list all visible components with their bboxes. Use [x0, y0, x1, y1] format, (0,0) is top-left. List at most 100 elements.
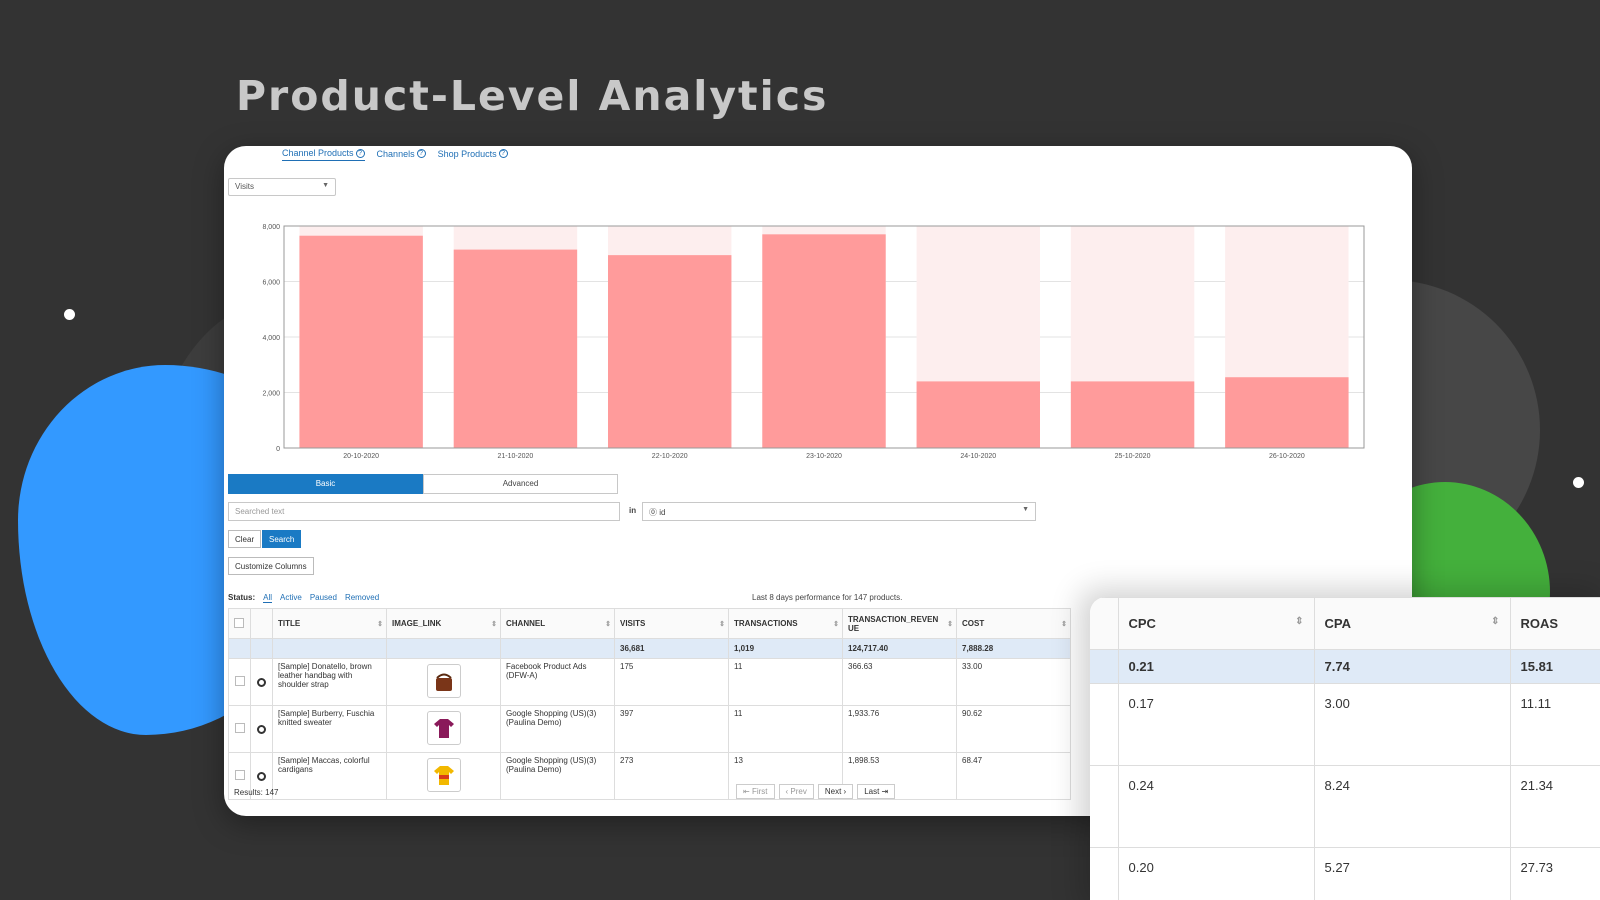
column-cost[interactable]: COST ⇕: [956, 608, 1071, 639]
total-cpa: 7.74: [1313, 649, 1511, 684]
sort-icon[interactable]: ⇕: [377, 620, 383, 628]
radio-header: [250, 608, 273, 639]
column-transaction-revenue[interactable]: TRANSACTION_REVENUE ⇕: [842, 608, 957, 639]
column-cpa[interactable]: CPA ⇕: [1313, 597, 1511, 650]
row-checkbox[interactable]: [234, 723, 245, 733]
bar: [608, 255, 732, 448]
first-page-button[interactable]: ⇤ First: [736, 784, 775, 799]
status-all[interactable]: All: [263, 593, 273, 603]
cell-channel: Facebook Product Ads (DFW-A): [500, 658, 615, 706]
y-tick-label: 0: [276, 446, 280, 453]
help-icon[interactable]: ?: [416, 149, 426, 158]
tab-basic[interactable]: Basic: [228, 474, 423, 494]
column-channel[interactable]: CHANNEL ⇕: [500, 608, 615, 639]
sort-icon[interactable]: ⇕: [491, 620, 497, 628]
select-all-checkbox[interactable]: [234, 617, 244, 628]
cell-image: [386, 705, 501, 753]
view-tabs: Channel Products? Channels? Shop Product…: [282, 148, 508, 161]
cell-roas: 11.11: [1509, 683, 1600, 766]
table-row[interactable]: 0.24 8.24 21.34: [1090, 765, 1600, 848]
row-checkbox[interactable]: [234, 676, 245, 686]
last-page-button[interactable]: Last ⇥: [857, 784, 896, 799]
clear-button[interactable]: Clear: [228, 530, 262, 548]
tab-shop-products[interactable]: Shop Products?: [438, 148, 508, 161]
hero-title: Product-Level Analytics: [236, 72, 829, 120]
x-tick-label: 25-10-2020: [1115, 453, 1151, 460]
column-cpc[interactable]: CPC ⇕: [1117, 597, 1315, 650]
metric-select-value: Visits: [235, 182, 254, 191]
zoom-spacer: [1090, 597, 1119, 650]
prev-page-button[interactable]: ‹ Prev: [778, 784, 814, 799]
x-tick-label: 22-10-2020: [652, 453, 688, 460]
y-tick-label: 8,000: [262, 224, 280, 231]
handbag-thumbnail[interactable]: [426, 664, 461, 698]
next-page-button[interactable]: Next ›: [817, 784, 854, 799]
column-image-link[interactable]: IMAGE_LINK ⇕: [386, 608, 501, 639]
column-visits[interactable]: VISITS ⇕: [614, 608, 729, 639]
tab-advanced[interactable]: Advanced: [423, 474, 618, 494]
row-checkbox[interactable]: [234, 770, 245, 780]
bar: [1070, 381, 1195, 448]
x-tick-label: 26-10-2020: [1269, 453, 1305, 460]
table-header-row: TITLE ⇕ IMAGE_LINK ⇕ CHANNEL ⇕ VISITS ⇕ TRAN…: [228, 608, 1071, 639]
table-row[interactable]: [Sample] Donatello, brown leather handba…: [228, 658, 1071, 706]
x-tick-label: 23-10-2020: [806, 453, 842, 460]
table-row[interactable]: 0.17 3.00 11.11: [1090, 683, 1600, 766]
sort-icon[interactable]: ⇕: [1295, 616, 1303, 627]
sort-icon[interactable]: ⇕: [719, 620, 725, 628]
bar: [762, 234, 886, 448]
sort-icon[interactable]: ⇕: [605, 620, 611, 628]
table-row[interactable]: [Sample] Burberry, Fuschia knitted sweat…: [228, 705, 1071, 753]
column-title[interactable]: TITLE ⇕: [272, 608, 387, 639]
tab-label: Shop Products: [437, 148, 497, 159]
chevron-down-icon: ▼: [1022, 506, 1029, 513]
tab-channel-products[interactable]: Channel Products?: [282, 148, 365, 161]
chevron-down-icon: ▼: [322, 182, 329, 189]
status-paused[interactable]: Paused: [310, 593, 337, 603]
help-icon[interactable]: ?: [498, 149, 508, 158]
cell-roas: 21.34: [1509, 765, 1600, 848]
total-transactions: 1,019: [728, 638, 843, 659]
column-label: IMAGE_LINK: [392, 619, 442, 628]
column-transactions[interactable]: TRANSACTIONS ⇕: [728, 608, 843, 639]
total-revenue: 124,717.40: [842, 638, 957, 659]
cell-revenue: 366.63: [842, 658, 957, 706]
metric-select[interactable]: Visits ▼: [228, 178, 336, 196]
results-count: Results: 147: [234, 788, 279, 797]
table-row[interactable]: 0.20 5.27 27.73: [1090, 847, 1600, 900]
customize-columns-button[interactable]: Customize Columns: [228, 557, 314, 575]
search-field-select[interactable]: ⓪ id ▼: [642, 502, 1036, 521]
help-icon[interactable]: ?: [355, 148, 365, 158]
search-button[interactable]: Search: [262, 530, 302, 548]
decor-dot-right: [1573, 477, 1584, 488]
cell-revenue: 1,933.76: [842, 705, 957, 753]
zoom-header-row: CPC ⇕ CPA ⇕ ROAS: [1090, 597, 1600, 650]
column-label: CPA: [1324, 616, 1351, 631]
y-tick-label: 4,000: [262, 335, 280, 342]
select-all-header: [228, 608, 251, 639]
column-roas[interactable]: ROAS: [1509, 597, 1600, 650]
search-field-value: id: [659, 508, 666, 517]
sweater-thumbnail[interactable]: [426, 711, 461, 745]
prev-label: Prev: [790, 787, 807, 796]
cell-image: [386, 752, 501, 800]
sort-icon[interactable]: ⇕: [1491, 616, 1499, 627]
status-radio-icon: [257, 678, 266, 687]
column-label: TRANSACTION_REVENUE: [848, 614, 939, 633]
cell-cpc: 0.20: [1117, 847, 1315, 900]
cell-title: [Sample] Donatello, brown leather handba…: [272, 658, 387, 706]
cell-title: [Sample] Maccas, colorful cardigans: [272, 752, 387, 800]
tab-channels[interactable]: Channels?: [377, 148, 426, 161]
sort-icon[interactable]: ⇕: [1061, 620, 1067, 628]
pagination: ⇤ First ‹ Prev Next › Last ⇥: [736, 784, 896, 799]
status-active[interactable]: Active: [280, 593, 302, 603]
cell-roas: 27.73: [1509, 847, 1600, 900]
column-label: VISITS: [620, 619, 646, 628]
status-removed[interactable]: Removed: [345, 593, 379, 603]
search-input[interactable]: Searched text: [228, 502, 620, 521]
total-cost: 7,888.28: [956, 638, 1071, 659]
sort-icon[interactable]: ⇕: [947, 620, 953, 628]
sort-icon[interactable]: ⇕: [833, 620, 839, 628]
cardigan-thumbnail[interactable]: [426, 758, 461, 792]
table-row[interactable]: [Sample] Maccas, colorful cardigans Goog…: [228, 752, 1071, 800]
